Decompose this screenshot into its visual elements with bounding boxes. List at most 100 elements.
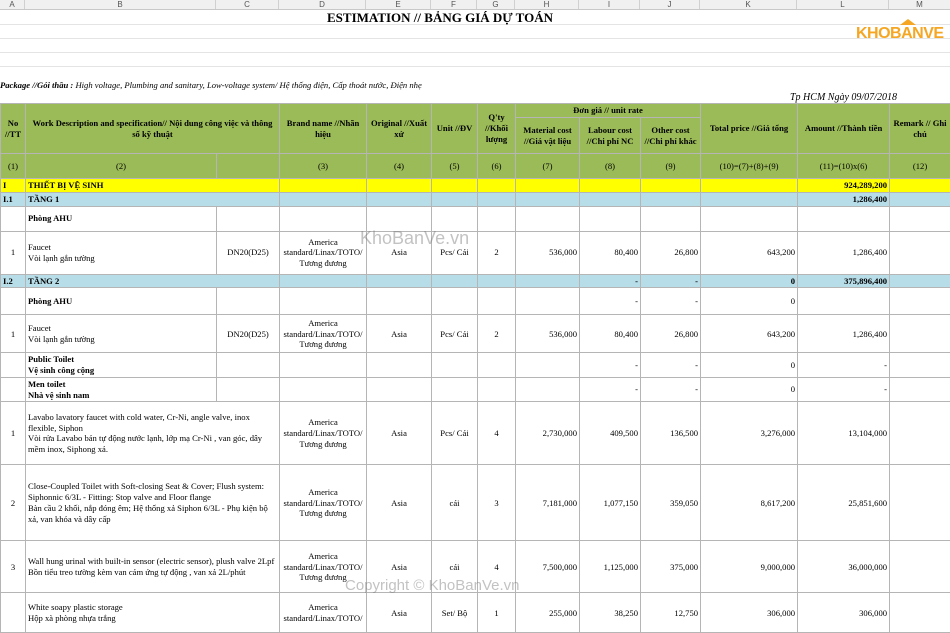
index-cell[interactable]: (7): [516, 154, 580, 179]
cell-desc[interactable]: Close-Coupled Toilet with Soft-closing S…: [26, 465, 280, 541]
cell-total[interactable]: 643,200: [701, 315, 798, 353]
cell-desc[interactable]: TẦNG 1: [26, 192, 280, 206]
index-cell[interactable]: (5): [432, 154, 478, 179]
cell-qty[interactable]: 4: [478, 402, 516, 465]
cell-origin[interactable]: Asia: [367, 465, 432, 541]
column-letter-g[interactable]: G: [477, 0, 515, 9]
column-letter-b[interactable]: B: [25, 0, 216, 9]
cell-labour[interactable]: -: [580, 274, 641, 288]
index-cell[interactable]: (9): [641, 154, 701, 179]
cell-amount[interactable]: -: [798, 353, 890, 377]
cell-amount[interactable]: 13,104,000: [798, 402, 890, 465]
cell-amount[interactable]: 36,000,000: [798, 541, 890, 593]
header-no[interactable]: No //TT: [1, 104, 26, 154]
cell-other[interactable]: -: [641, 274, 701, 288]
cell-material[interactable]: 536,000: [516, 315, 580, 353]
cell-labour[interactable]: 409,500: [580, 402, 641, 465]
cell-no[interactable]: 1: [1, 315, 26, 353]
cell-no[interactable]: 1: [1, 402, 26, 465]
column-letter-d[interactable]: D: [279, 0, 366, 9]
cell-other[interactable]: 12,750: [641, 593, 701, 633]
cell-amount[interactable]: -: [798, 377, 890, 401]
cell-qty[interactable]: 3: [478, 465, 516, 541]
cell-total[interactable]: 643,200: [701, 231, 798, 274]
cell-brand[interactable]: America standard/Linax/TOTO/: [280, 593, 367, 633]
header-material[interactable]: Material cost //Giá vật liệu: [516, 118, 580, 154]
column-letter-e[interactable]: E: [366, 0, 431, 9]
cell-desc[interactable]: Lavabo lavatory faucet with cold water, …: [26, 402, 280, 465]
cell-amount[interactable]: 1,286,400: [798, 231, 890, 274]
cell-desc[interactable]: Public Toilet Vệ sinh công cộng: [26, 353, 217, 377]
header-origin[interactable]: Original //Xuất xứ: [367, 104, 432, 154]
cell-other[interactable]: 136,500: [641, 402, 701, 465]
cell-origin[interactable]: Asia: [367, 593, 432, 633]
cell-desc[interactable]: Faucet Vòi lạnh gắn tường: [26, 231, 217, 274]
header-remark[interactable]: Remark // Ghi chú: [890, 104, 950, 154]
index-cell[interactable]: (2): [26, 154, 217, 179]
column-letter-j[interactable]: J: [640, 0, 700, 9]
index-cell[interactable]: (3): [280, 154, 367, 179]
cell-total[interactable]: 306,000: [701, 593, 798, 633]
cell-desc[interactable]: White soapy plastic storage Hộp xà phòng…: [26, 593, 280, 633]
cell-total[interactable]: 0: [701, 353, 798, 377]
index-cell[interactable]: (10)=(7)+(8)+(9): [701, 154, 798, 179]
cell-labour[interactable]: -: [580, 377, 641, 401]
cell-amount[interactable]: 1,286,400: [798, 315, 890, 353]
cell-amount[interactable]: 924,289,200: [798, 179, 890, 193]
column-letter-k[interactable]: K: [700, 0, 797, 9]
cell-desc[interactable]: Men toilet Nhà vệ sinh nam: [26, 377, 217, 401]
cell-total[interactable]: 0: [701, 288, 798, 315]
index-cell[interactable]: (12): [890, 154, 950, 179]
header-work[interactable]: Work Description and specification// Nội…: [26, 104, 280, 154]
cell-labour[interactable]: 1,077,150: [580, 465, 641, 541]
cell-other[interactable]: -: [641, 288, 701, 315]
cell-other[interactable]: 26,800: [641, 315, 701, 353]
index-cell[interactable]: (6): [478, 154, 516, 179]
cell-labour[interactable]: 80,400: [580, 315, 641, 353]
cell-desc[interactable]: Faucet Vòi lạnh gắn tường: [26, 315, 217, 353]
cell-amount[interactable]: 25,851,600: [798, 465, 890, 541]
cell-size[interactable]: DN20(D25): [217, 231, 280, 274]
cell-desc[interactable]: Phòng AHU: [26, 206, 217, 231]
cell-desc[interactable]: TẦNG 2: [26, 274, 280, 288]
header-unit-rate[interactable]: Đơn giá // unit rate: [516, 104, 701, 118]
cell-qty[interactable]: 2: [478, 315, 516, 353]
cell-labour[interactable]: -: [580, 353, 641, 377]
header-total[interactable]: Total price //Giá tổng: [701, 104, 798, 154]
cell-no[interactable]: I.1: [1, 192, 26, 206]
cell-origin[interactable]: Asia: [367, 402, 432, 465]
cell-labour[interactable]: 38,250: [580, 593, 641, 633]
cell-material[interactable]: 7,500,000: [516, 541, 580, 593]
cell-no[interactable]: 3: [1, 541, 26, 593]
cell-size[interactable]: DN20(D25): [217, 315, 280, 353]
header-unit[interactable]: Unit //ĐV: [432, 104, 478, 154]
column-letter-h[interactable]: H: [515, 0, 579, 9]
cell-unit[interactable]: Pcs/ Cái: [432, 315, 478, 353]
column-letter-m[interactable]: M: [889, 0, 950, 9]
index-cell[interactable]: (1): [1, 154, 26, 179]
cell-labour[interactable]: 80,400: [580, 231, 641, 274]
cell-other[interactable]: 359,050: [641, 465, 701, 541]
index-cell[interactable]: (8): [580, 154, 641, 179]
header-labour[interactable]: Labour cost //Chi phí NC: [580, 118, 641, 154]
header-qty[interactable]: Q'ty //Khối lượng: [478, 104, 516, 154]
cell-other[interactable]: 375,000: [641, 541, 701, 593]
cell-amount[interactable]: 375,896,400: [798, 274, 890, 288]
column-letter-a[interactable]: A: [0, 0, 25, 9]
cell-labour[interactable]: 1,125,000: [580, 541, 641, 593]
cell-other[interactable]: -: [641, 353, 701, 377]
cell-total[interactable]: 9,000,000: [701, 541, 798, 593]
cell-total[interactable]: 0: [701, 274, 798, 288]
cell-brand[interactable]: America standard/Linax/TOTO/ Tương đương: [280, 402, 367, 465]
cell-qty[interactable]: 1: [478, 593, 516, 633]
cell-desc[interactable]: Phòng AHU: [26, 288, 217, 315]
cell-no[interactable]: I.2: [1, 274, 26, 288]
column-letter-f[interactable]: F: [431, 0, 477, 9]
cell-desc[interactable]: THIẾT BỊ VỆ SINH: [26, 179, 280, 193]
cell-unit[interactable]: Set/ Bộ: [432, 593, 478, 633]
cell-origin[interactable]: Asia: [367, 315, 432, 353]
cell-other[interactable]: 26,800: [641, 231, 701, 274]
header-amount[interactable]: Amount //Thành tiền: [798, 104, 890, 154]
index-cell[interactable]: (4): [367, 154, 432, 179]
index-cell[interactable]: [217, 154, 280, 179]
